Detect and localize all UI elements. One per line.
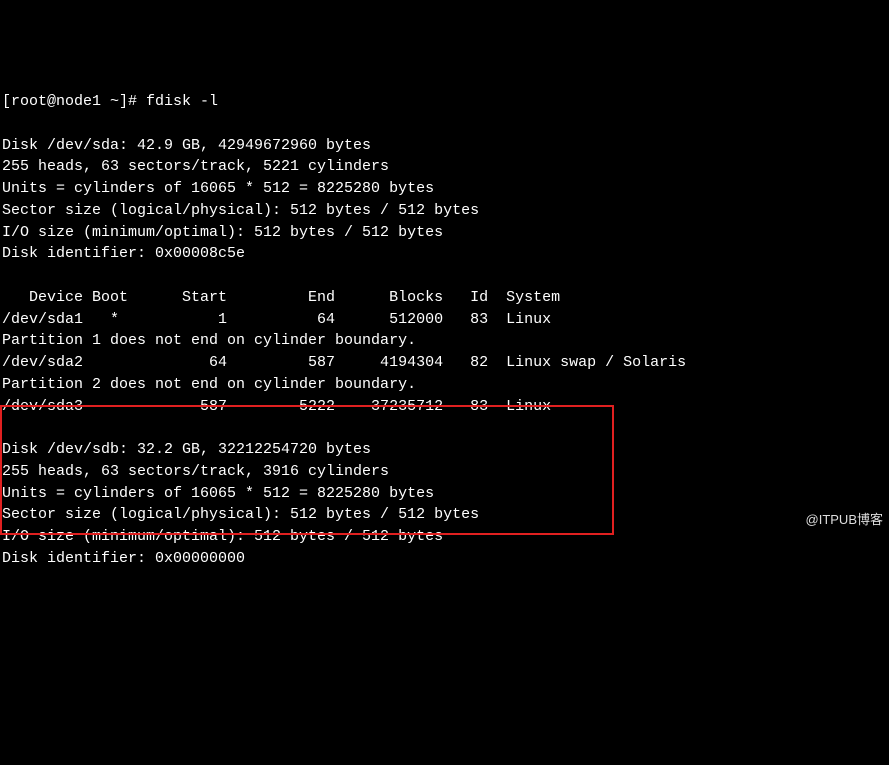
disk-b-units: Units = cylinders of 16065 * 512 = 82252… [2,485,434,502]
disk-a-identifier: Disk identifier: 0x00008c5e [2,245,245,262]
partition-row: /dev/sda3 587 5222 37235712 83 Linux [2,398,551,415]
disk-a-sector-size: Sector size (logical/physical): 512 byte… [2,202,479,219]
partition-row: /dev/sda2 64 587 4194304 82 Linux swap /… [2,354,686,371]
disk-b-sector-size: Sector size (logical/physical): 512 byte… [2,506,479,523]
partition-table-header: Device Boot Start End Blocks Id System [2,289,560,306]
command-text: fdisk -l [146,93,218,110]
disk-a-header: Disk /dev/sda: 42.9 GB, 42949672960 byte… [2,137,371,154]
shell-prompt: [root@node1 ~]# [2,93,146,110]
partition-row: /dev/sda1 * 1 64 512000 83 Linux [2,311,551,328]
partition-warning: Partition 1 does not end on cylinder bou… [2,332,416,349]
disk-b-identifier: Disk identifier: 0x00000000 [2,550,245,567]
partition-warning: Partition 2 does not end on cylinder bou… [2,376,416,393]
terminal-output[interactable]: [root@node1 ~]# fdisk -l Disk /dev/sda: … [2,91,887,570]
disk-b-io-size: I/O size (minimum/optimal): 512 bytes / … [2,528,443,545]
watermark-label: @ITPUB博客 [806,511,883,530]
disk-a-io-size: I/O size (minimum/optimal): 512 bytes / … [2,224,443,241]
disk-a-units: Units = cylinders of 16065 * 512 = 82252… [2,180,434,197]
disk-b-header: Disk /dev/sdb: 32.2 GB, 32212254720 byte… [2,441,371,458]
disk-b-geometry: 255 heads, 63 sectors/track, 3916 cylind… [2,463,389,480]
disk-a-geometry: 255 heads, 63 sectors/track, 5221 cylind… [2,158,389,175]
